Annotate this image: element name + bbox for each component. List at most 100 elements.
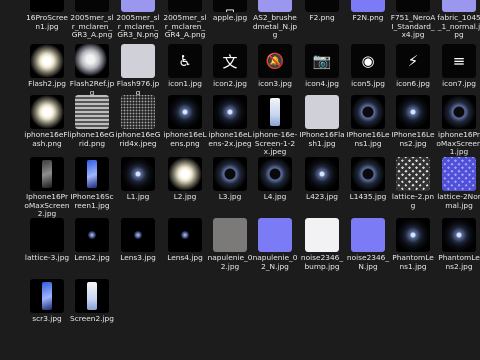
file-item[interactable]: PhantomLens2.jpg xyxy=(436,218,480,271)
lens-dot xyxy=(181,231,189,239)
file-item[interactable]: IPhone16Lens1.jpg xyxy=(345,95,391,148)
file-name-label: Lens4.jpg xyxy=(167,253,203,262)
file-item[interactable]: napulenie_02.jpg xyxy=(207,218,253,271)
file-item[interactable]: L4.jpg xyxy=(252,157,298,202)
file-name-label: IPhone16Screen1.jpg xyxy=(70,192,114,210)
file-name-label: iphone16eGrid4x.jpeg xyxy=(115,130,161,148)
file-item[interactable]: noise2346_bump.jpg xyxy=(299,218,345,271)
file-item[interactable]: 📷 icon4.jpg xyxy=(299,44,345,89)
waveform-icon: ≡ xyxy=(452,52,466,70)
file-name-label: iphone16eLens.png xyxy=(163,130,207,148)
file-item[interactable]: fabric_1045_1_normal.jpg xyxy=(436,0,480,40)
waveform-icon: ≡ xyxy=(442,44,476,78)
file-item[interactable]: ♿ icon1.jpg xyxy=(162,44,208,89)
file-item[interactable]: L3.jpg xyxy=(207,157,253,202)
file-item[interactable]: Flash2.jpg xyxy=(24,44,70,89)
file-name-label: Lens2.jpg xyxy=(74,253,110,262)
file-thumbnail xyxy=(442,157,476,191)
file-item[interactable]: Flash2Ref.jpg xyxy=(69,44,115,97)
camera-icon: 📷 xyxy=(305,44,339,78)
file-item[interactable]: iphone16eFlash.png xyxy=(24,95,70,148)
file-item[interactable]: lattice-2Normal.jpg xyxy=(436,157,480,210)
file-item[interactable]: iphone16eGrid.png xyxy=(69,95,115,148)
file-thumbnail xyxy=(121,95,155,129)
file-item[interactable]: L2.jpg xyxy=(162,157,208,202)
file-name-label: F2.png xyxy=(309,13,335,22)
file-item[interactable]: Screen2.jpg xyxy=(69,279,115,324)
file-item[interactable]: Iphone16ProMaxScreen2.jpg xyxy=(24,157,70,219)
file-thumbnail xyxy=(258,218,292,252)
phone-shape xyxy=(42,282,52,310)
file-item[interactable]: IPhone16Flash1.jpg xyxy=(299,95,345,148)
file-item[interactable]: 2005mer_slr_mclaren_GR3_N.png xyxy=(115,0,161,40)
file-item[interactable]: iphone16eLens-2x.jpeg xyxy=(207,95,253,148)
file-thumbnail xyxy=(442,0,476,12)
file-item[interactable]: F2N.png xyxy=(345,0,391,23)
file-item[interactable]: noise2346_N.jpg xyxy=(345,218,391,271)
file-item[interactable]: Flash976.jpg xyxy=(115,44,161,97)
file-thumbnail xyxy=(442,218,476,252)
file-thumbnail xyxy=(351,157,385,191)
file-item[interactable]: lattice-2.png xyxy=(390,157,436,210)
accessibility-icon: ♿ xyxy=(168,44,202,78)
file-name-label: iphone16eFlash.png xyxy=(24,130,70,148)
file-name-label: iphone-16e-Screen-1-2x.jpeg xyxy=(252,130,298,157)
record-icon: ◉ xyxy=(361,52,375,70)
file-item[interactable]: Lens4.jpg xyxy=(162,218,208,263)
file-name-label: 2005mer_slr_mclaren_GR4_A.png xyxy=(163,13,207,40)
file-name-label: scr3.jpg xyxy=(32,314,62,323)
phone-screenshot-thumbnail xyxy=(75,279,109,313)
file-thumbnail xyxy=(213,218,247,252)
file-item[interactable]: apple.jpg xyxy=(207,0,253,23)
file-item[interactable]: L1.jpg xyxy=(115,157,161,202)
lens-dot xyxy=(88,231,96,239)
file-item[interactable]: napulenie_02_N.jpg xyxy=(252,218,298,271)
file-name-label: L2.jpg xyxy=(173,192,197,201)
file-item[interactable]: IPhone16Screen1.jpg xyxy=(69,157,115,210)
file-thumbnail xyxy=(396,157,430,191)
file-item[interactable]: iphone16ProMaxScreen1.jpg xyxy=(436,95,480,157)
phone-shape xyxy=(87,160,97,188)
file-item[interactable]: L423.jpg xyxy=(299,157,345,202)
phone-screenshot-thumbnail xyxy=(258,95,292,129)
file-name-label: L3.jpg xyxy=(218,192,242,201)
bell-off-icon: 🔕 xyxy=(265,52,285,70)
file-thumbnail xyxy=(305,0,339,12)
file-thumbnail xyxy=(168,0,202,12)
phone-shape xyxy=(42,160,52,188)
file-item[interactable]: IPhone16Lens2.jpg xyxy=(390,95,436,148)
file-item[interactable]: Lens2.jpg xyxy=(69,218,115,263)
file-item[interactable]: 2005mer_slr_mclaren_GR3_A.png xyxy=(69,0,115,40)
file-item[interactable]: 🔕 icon3.jpg xyxy=(252,44,298,89)
file-thumbnail xyxy=(121,218,155,252)
file-item[interactable]: iphone16eGrid4x.jpeg xyxy=(115,95,161,148)
file-item[interactable]: lattice-3.jpg xyxy=(24,218,70,263)
file-item[interactable]: 16ProScreen1.jpg xyxy=(24,0,70,31)
file-item[interactable]: iphone16eLens.png xyxy=(162,95,208,148)
phone-screenshot-thumbnail xyxy=(30,279,64,313)
file-item[interactable]: L1435.jpg xyxy=(345,157,391,202)
translate-icon: 文 xyxy=(222,52,238,71)
phone-shape xyxy=(270,98,280,126)
file-item[interactable]: F751_NeroAI_Standard_x4.jpg xyxy=(390,0,436,40)
file-name-label: icon5.jpg xyxy=(351,79,385,88)
file-item[interactable]: ⚡ icon6.jpg xyxy=(390,44,436,89)
file-item[interactable]: Lens3.jpg xyxy=(115,218,161,263)
file-item[interactable]: scr3.jpg xyxy=(24,279,70,324)
file-name-label: AS2_brushedmetal_N.jpg xyxy=(252,13,298,40)
file-name-label: Iphone16ProMaxScreen2.jpg xyxy=(24,192,70,219)
file-thumbnail xyxy=(30,95,64,129)
file-item[interactable]: 文 icon2.jpg xyxy=(207,44,253,89)
file-thumbnail xyxy=(75,44,109,78)
file-item[interactable]: ≡ icon7.jpg xyxy=(436,44,480,89)
file-item[interactable]: iphone-16e-Screen-1-2x.jpeg xyxy=(252,95,298,157)
file-item[interactable]: AS2_brushedmetal_N.jpg xyxy=(252,0,298,40)
file-thumbnail xyxy=(213,95,247,129)
file-name-label: napulenie_02.jpg xyxy=(207,253,253,271)
file-item[interactable]: 2005mer_slr_mclaren_GR4_A.png xyxy=(162,0,208,40)
file-item[interactable]: ◉ icon5.jpg xyxy=(345,44,391,89)
file-item[interactable]: PhantomLens1.jpg xyxy=(390,218,436,271)
file-thumbnail xyxy=(396,0,430,12)
file-item[interactable]: F2.png xyxy=(299,0,345,23)
file-name-label: icon1.jpg xyxy=(168,79,202,88)
